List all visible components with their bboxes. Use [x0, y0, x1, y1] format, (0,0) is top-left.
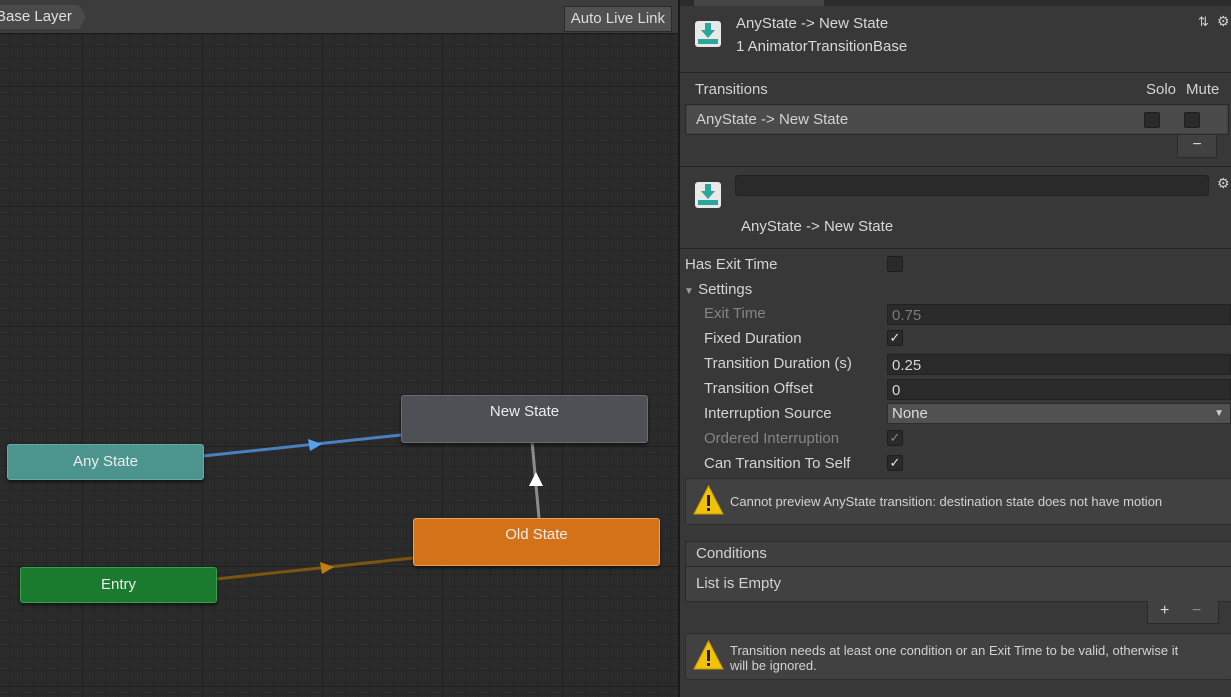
mute-header-label: Mute — [1186, 81, 1220, 98]
inspector-panel: AnyState -> New State 1 AnimatorTransiti… — [680, 0, 1231, 697]
mute-checkbox[interactable] — [1184, 112, 1200, 128]
inspector-title: AnyState -> New State — [736, 15, 889, 32]
tab-inspector[interactable] — [694, 0, 824, 6]
edge-any-to-new[interactable] — [202, 433, 402, 458]
fixed-duration-label: Fixed Duration — [704, 330, 802, 347]
preview-warning-box: Cannot preview AnyState transition: dest… — [685, 478, 1231, 525]
ordered-interruption-checkbox[interactable]: ✓ — [887, 430, 903, 446]
transition-name-input[interactable] — [735, 175, 1209, 196]
interruption-source-dropdown[interactable]: None ▼ — [887, 403, 1231, 424]
transition-duration-label: Transition Duration (s) — [704, 355, 852, 372]
transition-detail-label: AnyState -> New State — [741, 218, 894, 235]
remove-condition-button[interactable]: − — [1192, 601, 1201, 621]
can-transition-to-self-checkbox[interactable]: ✓ — [887, 455, 903, 471]
solo-header-label: Solo — [1146, 81, 1177, 98]
preset-icon[interactable]: ⇅ — [1198, 14, 1209, 30]
settings-foldout[interactable]: ▼ Settings — [684, 281, 752, 298]
conditions-empty-label: List is Empty — [696, 575, 782, 592]
breadcrumb-base-layer[interactable]: Base Layer — [0, 5, 86, 29]
inspector-tab-strip — [680, 0, 1231, 6]
transition-detail-icon — [695, 182, 721, 208]
inspector-subtitle: 1 AnimatorTransitionBase — [736, 38, 908, 55]
node-new-state[interactable]: New State — [401, 395, 648, 443]
node-entry[interactable]: Entry — [20, 567, 217, 603]
node-entry-label: Entry — [100, 576, 136, 593]
exit-time-label: Exit Time — [704, 305, 766, 322]
transition-row-label: AnyState -> New State — [696, 111, 849, 128]
chevron-down-icon: ▼ — [1214, 408, 1224, 419]
list-separator — [680, 166, 1231, 167]
edge-entry-to-old[interactable] — [215, 556, 414, 581]
transitions-list-header: Transitions Solo Mute — [685, 77, 1227, 102]
transition-gear-icon[interactable]: ⚙ — [1217, 175, 1230, 192]
edge-any-arrow-icon — [308, 439, 322, 451]
node-any-state-label: Any State — [72, 453, 139, 470]
node-new-state-label: New State — [489, 403, 560, 420]
add-condition-button[interactable]: + — [1160, 601, 1169, 621]
has-exit-time-checkbox[interactable] — [887, 256, 903, 272]
transition-icon — [695, 21, 721, 47]
exit-time-input[interactable]: 0.75 — [887, 304, 1231, 325]
warning-icon — [693, 639, 724, 670]
animator-graph[interactable]: New State Any State Old State Entry Base… — [0, 0, 678, 697]
transition-duration-input[interactable]: 0.25 — [887, 354, 1231, 375]
warning-icon — [693, 484, 724, 515]
ordered-interruption-label: Ordered Interruption — [704, 430, 840, 447]
transition-offset-label: Transition Offset — [704, 380, 814, 397]
gear-icon[interactable]: ⚙ — [1217, 13, 1230, 30]
conditions-list: List is Empty — [685, 566, 1231, 602]
conditions-footer: + − — [1147, 601, 1219, 624]
transitions-header-label: Transitions — [695, 81, 768, 98]
node-old-state[interactable]: Old State — [413, 518, 660, 566]
preview-warning-text: Cannot preview AnyState transition: dest… — [730, 494, 1163, 509]
breadcrumb-label: Base Layer — [0, 8, 72, 25]
node-old-state-label: Old State — [505, 526, 568, 543]
edge-entry-arrow-icon — [320, 562, 334, 574]
has-exit-time-label: Has Exit Time — [685, 256, 778, 273]
fixed-duration-checkbox[interactable]: ✓ — [887, 330, 903, 346]
auto-live-link-button[interactable]: Auto Live Link — [563, 6, 672, 32]
foldout-arrow-icon: ▼ — [684, 286, 694, 297]
transitions-list: AnyState -> New State — [685, 104, 1229, 135]
can-transition-to-self-label: Can Transition To Self — [704, 455, 851, 472]
header-separator — [680, 72, 1231, 73]
transition-row[interactable]: AnyState -> New State — [687, 106, 1227, 133]
conditions-header-label: Conditions — [696, 545, 767, 562]
remove-transition-button[interactable]: − — [1177, 135, 1217, 158]
conditions-header: Conditions — [685, 541, 1231, 567]
condition-warning-box: Transition needs at least one condition … — [685, 633, 1231, 680]
edge-old-arrow-icon — [529, 472, 543, 486]
condition-warning-text-2: will be ignored. — [730, 658, 817, 673]
transition-offset-input[interactable]: 0 — [887, 379, 1231, 400]
settings-label: Settings — [698, 281, 753, 298]
condition-warning-text-1: Transition needs at least one condition … — [730, 643, 1179, 658]
graph-toolbar: Base Layer Auto Live Link — [0, 0, 678, 34]
solo-checkbox[interactable] — [1144, 112, 1160, 128]
detail-separator — [680, 248, 1231, 249]
interruption-source-label: Interruption Source — [704, 405, 832, 422]
interruption-source-value: None — [892, 405, 928, 422]
node-any-state[interactable]: Any State — [7, 444, 204, 480]
